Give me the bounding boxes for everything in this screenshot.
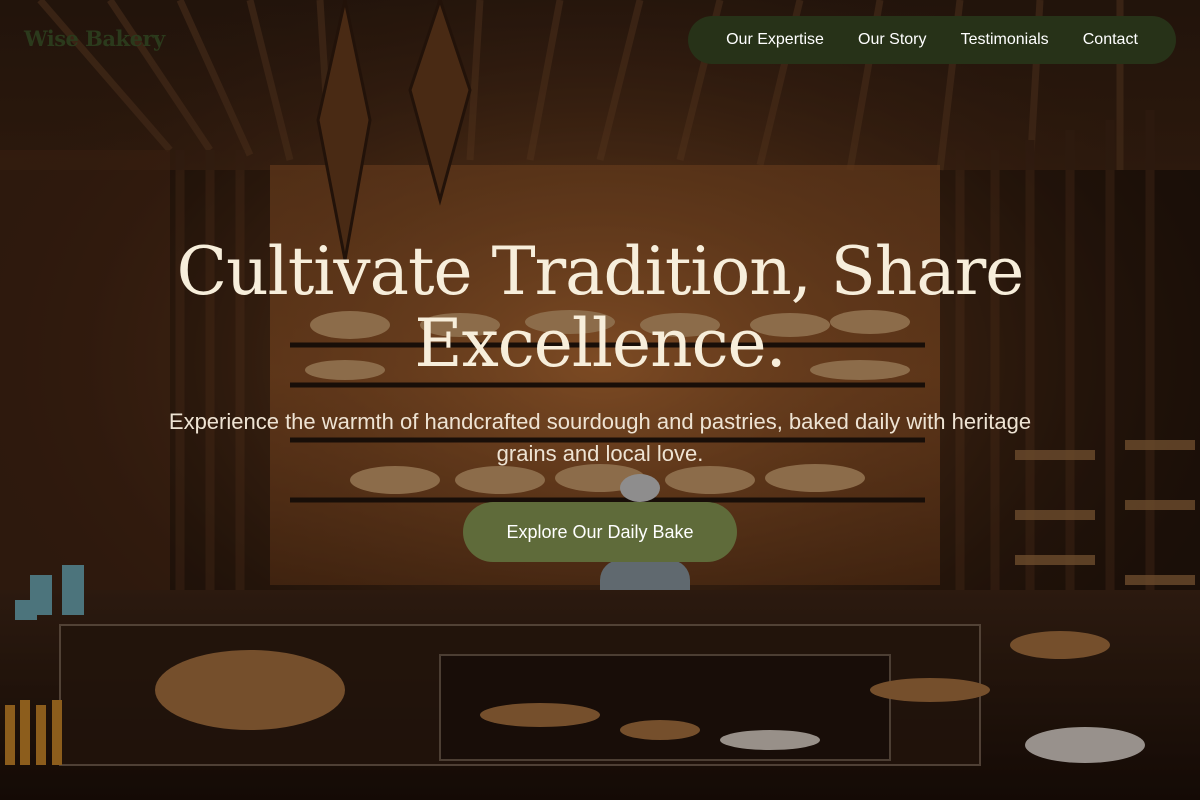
nav-link-testimonials[interactable]: Testimonials <box>955 25 1055 55</box>
main-nav: Our Expertise Our Story Testimonials Con… <box>688 16 1176 64</box>
explore-daily-bake-button[interactable]: Explore Our Daily Bake <box>463 502 737 562</box>
hero-dark-overlay <box>0 0 1200 800</box>
nav-link-our-story[interactable]: Our Story <box>852 25 932 55</box>
brand-logo[interactable]: Wise Bakery <box>24 26 165 51</box>
nav-link-contact[interactable]: Contact <box>1077 25 1144 55</box>
hero-subtitle: Experience the warmth of handcrafted sou… <box>168 409 1032 466</box>
hero-background-image <box>0 0 1200 800</box>
nav-link-our-expertise[interactable]: Our Expertise <box>720 25 830 55</box>
hero-title: Cultivate Tradition, Share Excellence. <box>176 233 1025 382</box>
